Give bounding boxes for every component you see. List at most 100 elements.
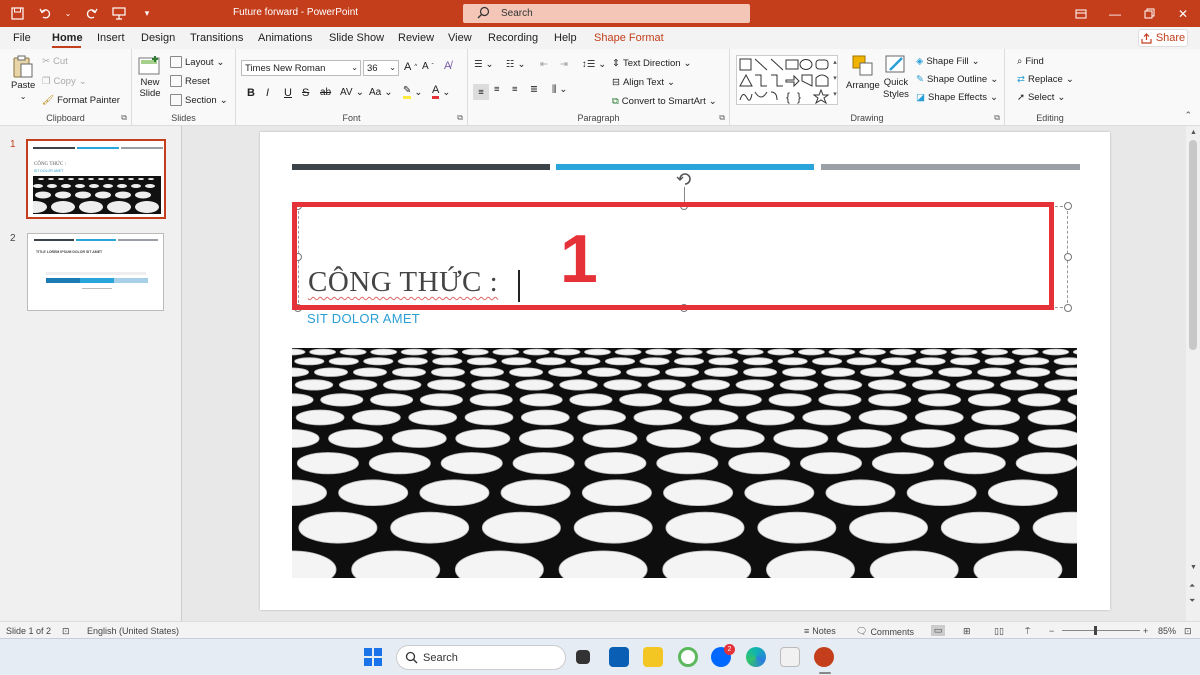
tab-transitions[interactable]: Transitions — [190, 32, 243, 44]
align-text-button[interactable]: ⊟ Align Text ⌄ — [612, 77, 675, 88]
tab-home[interactable]: Home — [52, 32, 83, 44]
bullets-button[interactable]: ☰ ⌄ — [474, 59, 494, 70]
align-right-button[interactable]: ≡ — [512, 84, 518, 95]
language-indicator[interactable]: English (United States) — [87, 626, 179, 636]
strikethrough-button[interactable]: S — [302, 87, 309, 99]
section-button[interactable]: Section ⌄ — [170, 94, 228, 106]
character-spacing-button[interactable]: AV ⌄ — [340, 87, 364, 98]
align-center-button[interactable]: ≡ — [494, 84, 500, 95]
customize-qat-icon[interactable]: ▾ — [138, 4, 156, 22]
share-button[interactable]: Share — [1138, 29, 1188, 47]
slideshow-view-icon[interactable]: ⍑ — [1025, 626, 1030, 637]
increase-indent-icon[interactable]: ⇥ — [560, 59, 568, 70]
tab-slide-show[interactable]: Slide Show — [329, 32, 384, 44]
save-icon[interactable] — [8, 4, 26, 22]
slide-thumbnail-2[interactable]: TITLE LOREM IPSUM DOLOR SIT AMET — [27, 233, 164, 311]
decrease-indent-icon[interactable]: ⇤ — [540, 59, 548, 70]
file-explorer-icon[interactable] — [643, 647, 663, 667]
underline-button[interactable]: U — [284, 87, 292, 99]
increase-font-button[interactable]: A ^ — [404, 61, 417, 73]
quick-styles-button[interactable]: Quick Styles — [883, 54, 909, 100]
paste-button[interactable]: Paste ⌄ — [11, 55, 35, 101]
redo-icon[interactable] — [82, 4, 100, 22]
snipping-tool-icon[interactable] — [780, 647, 800, 667]
line-spacing-button[interactable]: ↕☰ ⌄ — [582, 59, 606, 70]
shape-outline-button[interactable]: ✎ Shape Outline ⌄ — [916, 74, 998, 85]
text-direction-button[interactable]: ⇕ Text Direction ⌄ — [612, 58, 692, 69]
zoom-slider[interactable] — [1062, 630, 1140, 631]
fit-to-window-icon[interactable]: ⊡ — [1184, 626, 1192, 637]
align-left-button[interactable]: ≡ — [473, 84, 489, 100]
clear-formatting-icon[interactable]: A̸ — [444, 60, 451, 72]
font-color-button[interactable]: A ⌄ — [432, 85, 450, 99]
store-icon[interactable] — [609, 647, 629, 667]
scroll-up-icon[interactable]: ▲ — [1190, 129, 1197, 136]
notes-button[interactable]: ≡ Notes — [804, 626, 836, 636]
shape-effects-button[interactable]: ◪ Shape Effects ⌄ — [916, 92, 998, 103]
layout-button[interactable]: Layout ⌄ — [170, 56, 225, 68]
change-case-button[interactable]: Aa ⌄ — [369, 87, 393, 98]
dialog-launcher-icon[interactable]: ⧉ — [994, 113, 1000, 123]
search-box[interactable]: Search — [463, 4, 750, 23]
close-icon[interactable]: ✕ — [1166, 0, 1200, 27]
scrollbar-thumb[interactable] — [1189, 140, 1197, 350]
scroll-down-icon[interactable]: ▼ — [1190, 564, 1197, 571]
cut-button[interactable]: ✂ Cut — [42, 56, 68, 67]
justify-button[interactable]: ≣ — [530, 84, 538, 95]
zoom-out-icon[interactable]: − — [1049, 626, 1054, 636]
shapes-gallery[interactable]: {} — [736, 55, 838, 105]
windows-start-icon[interactable] — [364, 648, 382, 669]
tab-review[interactable]: Review — [398, 32, 434, 44]
previous-slide-icon[interactable]: ⏶ — [1189, 581, 1195, 591]
zoom-slider-thumb[interactable] — [1094, 626, 1097, 635]
edge-icon[interactable] — [746, 647, 766, 667]
present-icon[interactable] — [110, 4, 128, 22]
dialog-launcher-icon[interactable]: ⧉ — [719, 113, 725, 123]
tab-design[interactable]: Design — [141, 32, 175, 44]
next-slide-icon[interactable]: ⏷ — [1189, 596, 1195, 606]
tab-help[interactable]: Help — [554, 32, 577, 44]
dialog-launcher-icon[interactable]: ⧉ — [121, 113, 127, 123]
tab-animations[interactable]: Animations — [258, 32, 312, 44]
convert-smartart-button[interactable]: ⧉ Convert to SmartArt ⌄ — [612, 96, 717, 107]
taskbar-search[interactable]: Search — [396, 645, 566, 670]
slide-sorter-icon[interactable]: ⊞ — [963, 626, 971, 637]
arrange-button[interactable]: Arrange — [846, 54, 880, 91]
ribbon-display-icon[interactable] — [1064, 0, 1098, 27]
slide-photo[interactable] — [292, 348, 1077, 578]
columns-button[interactable]: ⫼ ⌄ — [552, 84, 567, 95]
minimize-icon[interactable]: — — [1098, 0, 1132, 27]
slide[interactable]: CÔNG THỨC : 1 SIT DOLOR AMET — [260, 132, 1110, 610]
tab-file[interactable]: File — [13, 32, 31, 44]
find-button[interactable]: ⌕ Find — [1017, 56, 1044, 67]
vertical-scrollbar[interactable]: ▲ ▼ ⏶ ⏷ — [1186, 126, 1200, 621]
highlight-color-button[interactable]: ✎ ⌄ — [403, 85, 422, 99]
resize-handle[interactable] — [1064, 304, 1072, 312]
collapse-ribbon-icon[interactable]: ⌃ — [1184, 110, 1192, 121]
tab-shape-format[interactable]: Shape Format — [594, 32, 664, 44]
reset-button[interactable]: Reset — [170, 75, 210, 87]
shapes-gallery-scroll[interactable]: ▴ ▾ ▾ — [830, 55, 840, 105]
resize-handle[interactable] — [1064, 202, 1072, 210]
slide-subtitle[interactable]: SIT DOLOR AMET — [307, 311, 420, 326]
copy-button[interactable]: ❐ Copy ⌄ — [42, 76, 87, 87]
tab-recording[interactable]: Recording — [488, 32, 538, 44]
rotate-handle-icon[interactable] — [676, 170, 694, 188]
undo-icon[interactable] — [36, 4, 54, 22]
shape-fill-button[interactable]: ◈ Shape Fill ⌄ — [916, 56, 980, 67]
tab-insert[interactable]: Insert — [97, 32, 125, 44]
decrease-font-button[interactable]: Aˇ — [422, 61, 434, 72]
new-slide-button[interactable]: New Slide — [138, 55, 162, 99]
italic-button[interactable]: I — [266, 87, 269, 99]
accessibility-icon[interactable]: ⊡ — [62, 626, 70, 637]
comments-button[interactable]: 🗨 Comments — [856, 626, 914, 637]
font-size-combo[interactable]: 36 ⌄ — [363, 60, 399, 76]
shadow-button[interactable]: ab — [320, 87, 331, 98]
app-icon[interactable] — [678, 647, 698, 667]
task-view-icon[interactable] — [576, 650, 590, 664]
font-name-combo[interactable]: Times New Roman ⌄ — [241, 60, 361, 76]
slide-thumbnail-1[interactable]: CÔNG THỨC : SIT DOLOR AMET — [26, 139, 166, 219]
powerpoint-icon[interactable] — [814, 647, 834, 667]
numbering-button[interactable]: ☷ ⌄ — [506, 59, 526, 70]
slide-title[interactable]: CÔNG THỨC : — [308, 266, 498, 299]
